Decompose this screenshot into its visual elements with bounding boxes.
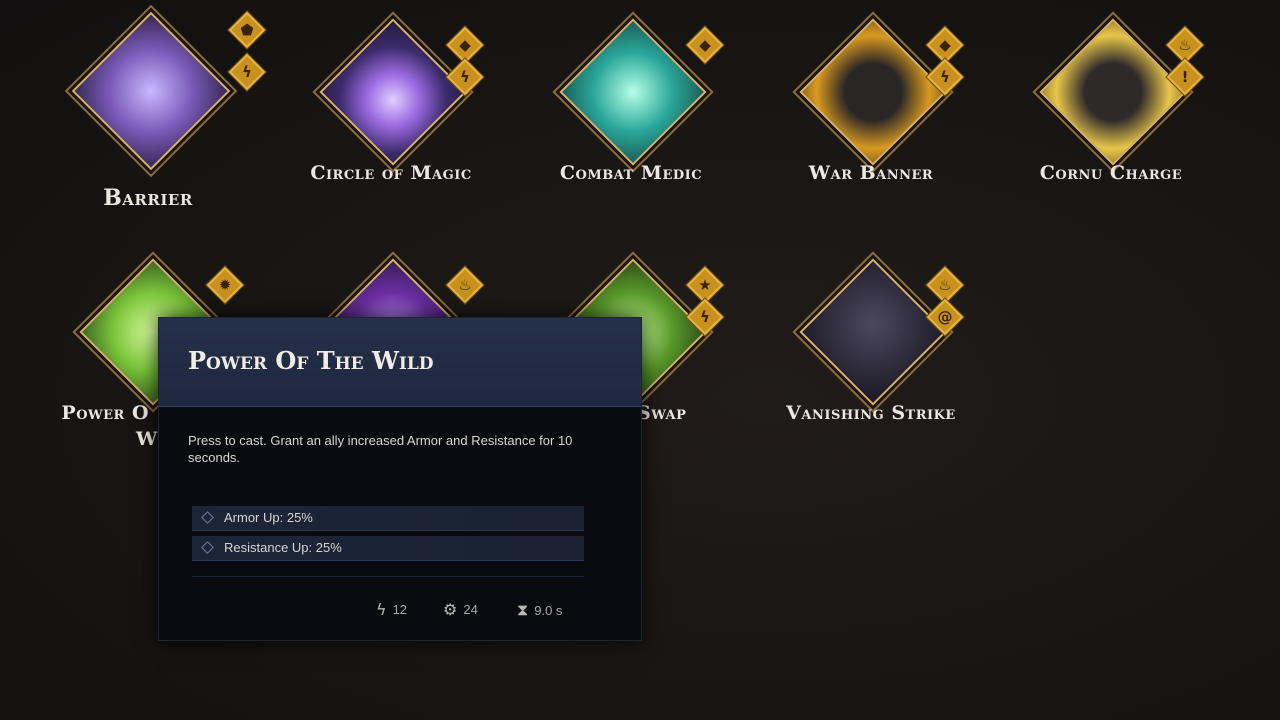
diamond-bullet-icon bbox=[201, 541, 214, 554]
skill-name: Cornu Charge bbox=[1039, 162, 1183, 184]
duration: ⧗ 9.0 s bbox=[517, 600, 562, 620]
energy-cost: ϟ 12 bbox=[376, 600, 407, 619]
stat-row-resistance: Resistance Up: 25% bbox=[192, 536, 584, 561]
vanishing-strike-skill-icon bbox=[799, 258, 947, 406]
point-cost: ⚙ 24 bbox=[443, 600, 478, 619]
stat-row-armor: Armor Up: 25% bbox=[192, 506, 584, 531]
war-banner-skill-icon bbox=[799, 18, 947, 166]
point-value: 24 bbox=[463, 602, 478, 617]
barrier-skill-icon bbox=[71, 11, 231, 171]
duration-value: 9.0 s bbox=[534, 602, 563, 618]
skill-name-partial: Swap bbox=[637, 402, 687, 424]
divider bbox=[192, 576, 584, 577]
skill-circle-of-magic[interactable]: ◆ ϟ Circle of Magic bbox=[271, 10, 511, 230]
combat-medic-skill-icon bbox=[559, 18, 707, 166]
energy-value: 12 bbox=[392, 602, 408, 617]
skill-name: Barrier bbox=[103, 185, 193, 211]
skill-barrier[interactable]: ⬟ ϟ Barrier bbox=[28, 10, 268, 230]
skill-name-partial: Power O bbox=[61, 402, 149, 424]
gear-icon: ✹ bbox=[205, 265, 245, 305]
skill-name: War Banner bbox=[808, 162, 934, 184]
shield-icon: ⬟ bbox=[227, 10, 267, 50]
skill-name: Vanishing Strike bbox=[786, 402, 956, 424]
skill-tooltip: Power Of The Wild Press to cast. Grant a… bbox=[158, 317, 642, 641]
stat-label: Resistance Up: 25% bbox=[224, 540, 342, 555]
skill-war-banner[interactable]: ◆ ϟ War Banner bbox=[751, 10, 991, 230]
skill-vanishing-strike[interactable]: ♨ @ Vanishing Strike bbox=[751, 250, 991, 470]
cornu-charge-skill-icon bbox=[1039, 18, 1187, 166]
skill-cornu-charge[interactable]: ♨ ! Cornu Charge bbox=[991, 10, 1231, 230]
skill-name: Circle of Magic bbox=[310, 162, 472, 184]
gear-icon: ⚙ bbox=[443, 600, 458, 619]
circle-of-magic-skill-icon bbox=[319, 18, 467, 166]
lightning-icon: ϟ bbox=[227, 52, 267, 92]
hourglass-icon: ⧗ bbox=[517, 600, 529, 619]
tooltip-title: Power Of The Wild bbox=[188, 346, 434, 375]
skill-name-partial-line2: Wil bbox=[135, 428, 174, 450]
skill-name: Combat Medic bbox=[559, 162, 703, 184]
fire-icon: ♨ bbox=[445, 265, 485, 305]
gem-icon: ◆ bbox=[685, 25, 725, 65]
skill-combat-medic[interactable]: ◆ Combat Medic bbox=[511, 10, 751, 230]
tooltip-description: Press to cast. Grant an ally increased A… bbox=[188, 433, 573, 465]
lightning-icon: ϟ bbox=[376, 600, 387, 619]
diamond-bullet-icon bbox=[201, 511, 214, 524]
stat-label: Armor Up: 25% bbox=[224, 510, 313, 525]
